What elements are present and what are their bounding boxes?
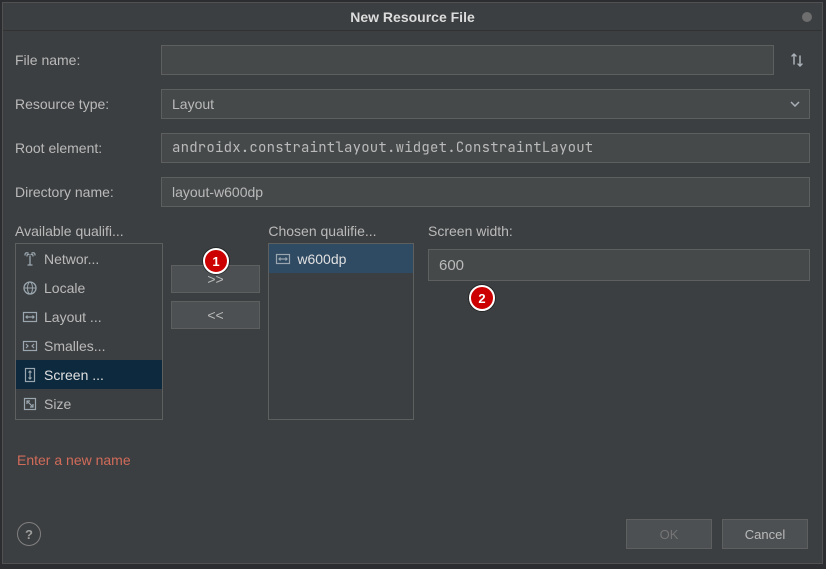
chosen-list[interactable]: w600dp — [268, 243, 414, 420]
available-title: Available qualifi... — [15, 223, 163, 239]
error-message: Enter a new name — [15, 452, 810, 468]
screen-width-label: Screen width: — [428, 223, 810, 239]
help-button[interactable]: ? — [17, 522, 41, 546]
callout-2: 2 — [469, 285, 495, 311]
chosen-column: Chosen qualifie... w600dp — [268, 223, 414, 420]
row-directory-name: Directory name: — [15, 177, 810, 207]
resource-type-select[interactable]: Layout — [161, 89, 810, 119]
arrows-h-icon — [275, 251, 291, 267]
dialog-footer: ? OK Cancel — [3, 509, 822, 563]
list-item[interactable]: Smalles... — [16, 331, 162, 360]
callout-1: 1 — [203, 248, 229, 274]
titlebar: New Resource File — [3, 3, 822, 31]
sort-icon — [790, 52, 804, 68]
row-root-element: Root element: — [15, 133, 810, 163]
row-file-name: File name: — [15, 45, 810, 75]
list-item[interactable]: w600dp — [269, 244, 413, 273]
root-element-input[interactable] — [161, 133, 810, 163]
list-item[interactable]: Locale — [16, 273, 162, 302]
qualifiers-area: Available qualifi... Networ... Locale Layo… — [15, 223, 810, 420]
dialog-content: File name: Resource type: Layout Root el… — [3, 31, 822, 509]
list-item[interactable]: Screen ... — [16, 360, 162, 389]
file-name-input[interactable] — [161, 45, 774, 75]
resource-type-label: Resource type: — [15, 96, 151, 112]
close-icon[interactable] — [802, 12, 812, 22]
list-item[interactable]: Layout ... — [16, 302, 162, 331]
ok-button[interactable]: OK — [626, 519, 712, 549]
row-resource-type: Resource type: Layout — [15, 89, 810, 119]
root-element-label: Root element: — [15, 140, 151, 156]
arrows-v-icon — [22, 367, 38, 383]
list-item[interactable]: Networ... — [16, 244, 162, 273]
directory-name-input[interactable] — [161, 177, 810, 207]
screen-width-column: Screen width: — [422, 223, 810, 420]
list-item-label: Screen ... — [44, 367, 104, 383]
directory-name-label: Directory name: — [15, 184, 151, 200]
file-name-label: File name: — [15, 52, 151, 68]
arrows-h-icon — [22, 309, 38, 325]
screen-width-input[interactable] — [428, 249, 810, 281]
list-item-label: Layout ... — [44, 309, 102, 325]
available-list[interactable]: Networ... Locale Layout ... Smalles... Scree… — [15, 243, 163, 420]
globe-icon — [22, 280, 38, 296]
list-item-label: Size — [44, 396, 71, 412]
resource-type-value: Layout — [161, 89, 810, 119]
sort-button[interactable] — [784, 45, 810, 75]
antenna-icon — [22, 251, 38, 267]
list-item-label: w600dp — [297, 251, 346, 267]
list-item-label: Networ... — [44, 251, 99, 267]
list-item-label: Smalles... — [44, 338, 105, 354]
chosen-title: Chosen qualifie... — [268, 223, 414, 239]
expand-icon — [22, 396, 38, 412]
list-item-label: Locale — [44, 280, 85, 296]
cancel-button[interactable]: Cancel — [722, 519, 808, 549]
available-column: Available qualifi... Networ... Locale Layo… — [15, 223, 163, 420]
compress-icon — [22, 338, 38, 354]
new-resource-dialog: New Resource File File name: Resource ty… — [2, 2, 823, 564]
dialog-title: New Resource File — [350, 9, 475, 25]
remove-qualifier-button[interactable]: << — [171, 301, 261, 329]
list-item[interactable]: Size — [16, 389, 162, 418]
